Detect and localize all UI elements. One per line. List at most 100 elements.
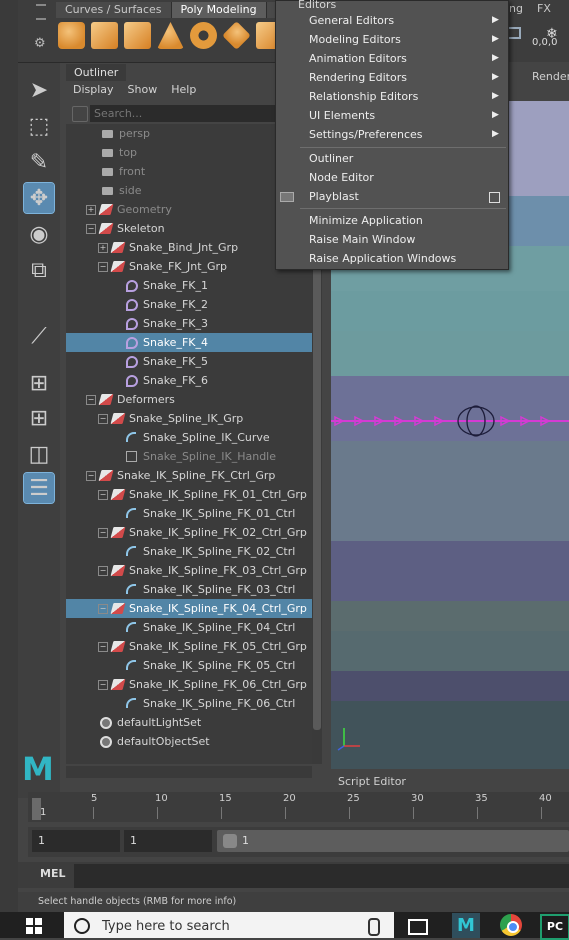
paint-select-icon[interactable]: ✎	[24, 147, 54, 177]
task-view-icon[interactable]	[408, 919, 428, 935]
outliner-row[interactable]: − Snake_IK_Spline_FK_02_Ctrl_Grp	[66, 523, 312, 542]
poly-cube-icon[interactable]	[91, 22, 118, 49]
outliner-row[interactable]: Snake_IK_Spline_FK_02_Ctrl	[66, 542, 312, 561]
range-slider[interactable]	[217, 830, 569, 852]
scale-tool-icon[interactable]: ⧉	[24, 255, 54, 285]
range-slider-handle[interactable]	[223, 834, 237, 848]
joint-tool-icon[interactable]: ⟋	[24, 321, 54, 351]
rotate-tool-icon[interactable]: ◉	[24, 219, 54, 249]
script-editor-label[interactable]: Script Editor	[338, 775, 406, 788]
outliner-row[interactable]: − Snake_IK_Spline_FK_03_Ctrl_Grp	[66, 561, 312, 580]
outliner-row[interactable]: Snake_Spline_IK_Handle	[66, 447, 312, 466]
expand-toggle-icon[interactable]: −	[86, 224, 96, 234]
lasso-tool-icon[interactable]: ⬚	[24, 111, 54, 141]
poly-sphere-icon[interactable]	[58, 22, 85, 49]
poly-cylinder-icon[interactable]	[124, 22, 151, 49]
gear-icon[interactable]: ⚙	[34, 36, 48, 51]
outliner-horizontal-scrollbar[interactable]	[66, 766, 312, 778]
animation-start-field[interactable]: 1	[32, 830, 120, 852]
mel-toggle[interactable]: MEL	[40, 867, 65, 880]
windows-start-icon[interactable]	[26, 918, 42, 934]
outliner-row[interactable]: Snake_FK_1	[66, 276, 312, 295]
shelf-tab-fx[interactable]: FX	[537, 2, 551, 15]
submenu-arrow-icon: ▶	[492, 110, 499, 120]
outliner-row[interactable]: Snake_IK_Spline_FK_05_Ctrl	[66, 656, 312, 675]
outliner-row[interactable]: − Snake_IK_Spline_FK_04_Ctrl_Grp	[66, 599, 312, 618]
editors-item-playblast[interactable]: Playblast	[309, 187, 359, 206]
outliner-row[interactable]: Snake_Spline_IK_Curve	[66, 428, 312, 447]
playblast-options-box[interactable]	[489, 192, 500, 203]
expand-toggle-icon[interactable]: −	[98, 414, 108, 424]
outliner-title[interactable]: Outliner	[66, 64, 127, 81]
pycharm-taskbar-icon[interactable]: PC	[540, 914, 569, 940]
expand-toggle-icon[interactable]: −	[98, 566, 108, 576]
editors-menu-title[interactable]: Editors	[298, 0, 336, 11]
editors-submenu-3[interactable]: Rendering Editors	[309, 68, 407, 87]
menu-help[interactable]: Help	[164, 81, 203, 99]
maya-taskbar-icon[interactable]: M	[452, 913, 480, 938]
four-pane-layout-icon[interactable]: ⊞	[24, 403, 54, 433]
shelf-tab-poly-modeling[interactable]: Poly Modeling	[171, 2, 267, 18]
editors-submenu-1[interactable]: Modeling Editors	[309, 30, 401, 49]
expand-toggle-icon[interactable]: −	[86, 395, 96, 405]
select-tool-icon[interactable]: ➤	[24, 75, 54, 105]
expand-toggle-icon[interactable]: +	[98, 243, 108, 253]
poly-torus-icon[interactable]	[190, 22, 217, 49]
editors-item-raise-application-windows[interactable]: Raise Application Windows	[309, 249, 456, 268]
outliner-row[interactable]: − Snake_IK_Spline_FK_05_Ctrl_Grp	[66, 637, 312, 656]
editors-submenu-4[interactable]: Relationship Editors	[309, 87, 418, 106]
playback-start-field[interactable]: 1	[124, 830, 212, 852]
outliner-row-label: Snake_IK_Spline_FK_04_Ctrl	[143, 621, 296, 634]
outliner-row[interactable]: Snake_IK_Spline_FK_06_Ctrl	[66, 694, 312, 713]
poly-plane-icon[interactable]	[222, 21, 251, 50]
search-options-icon[interactable]	[72, 106, 88, 122]
move-tool-icon[interactable]: ✥	[23, 182, 55, 214]
expand-toggle-icon[interactable]: −	[98, 680, 108, 690]
outliner-row[interactable]: Snake_IK_Spline_FK_03_Ctrl	[66, 580, 312, 599]
editors-submenu-5[interactable]: UI Elements	[309, 106, 375, 125]
outliner-row[interactable]: Snake_FK_5	[66, 352, 312, 371]
outliner-row[interactable]: − Deformers	[66, 390, 312, 409]
outliner-row[interactable]: Snake_FK_3	[66, 314, 312, 333]
editors-item-node-editor[interactable]: Node Editor	[309, 168, 374, 187]
editors-item-outliner[interactable]: Outliner	[309, 149, 353, 168]
single-pane-layout-icon[interactable]: ⊞	[24, 368, 54, 398]
expand-toggle-icon[interactable]: −	[98, 262, 108, 272]
expand-toggle-icon[interactable]: −	[98, 528, 108, 538]
outliner-row[interactable]: Snake_IK_Spline_FK_01_Ctrl	[66, 504, 312, 523]
menu-show[interactable]: Show	[121, 81, 165, 99]
microphone-icon[interactable]	[368, 918, 380, 936]
editors-submenu-6[interactable]: Settings/Preferences	[309, 125, 423, 144]
two-pane-layout-icon[interactable]: ◫	[24, 439, 54, 469]
outliner-layout-icon[interactable]: ☰	[23, 472, 55, 504]
shelf-handle[interactable]	[36, 4, 46, 20]
outliner-row[interactable]: Snake_FK_6	[66, 371, 312, 390]
expand-toggle-icon[interactable]: −	[98, 642, 108, 652]
poly-cone-icon[interactable]	[157, 22, 184, 49]
outliner-row[interactable]: − Snake_IK_Spline_FK_Ctrl_Grp	[66, 466, 312, 485]
shelf-tab-curves[interactable]: Curves / Surfaces	[56, 2, 172, 18]
time-slider[interactable]	[28, 792, 569, 822]
outliner-row[interactable]: − Snake_IK_Spline_FK_06_Ctrl_Grp	[66, 675, 312, 694]
time-tick-label: 35	[475, 793, 488, 804]
editors-submenu-2[interactable]: Animation Editors	[309, 49, 407, 68]
outliner-row[interactable]: − Snake_IK_Spline_FK_01_Ctrl_Grp	[66, 485, 312, 504]
editors-item-minimize-application[interactable]: Minimize Application	[309, 211, 423, 230]
outliner-row[interactable]: Snake_FK_2	[66, 295, 312, 314]
viewport-menu-renderer[interactable]: Rendere	[532, 70, 569, 83]
editors-submenu-0[interactable]: General Editors	[309, 11, 394, 30]
outliner-row[interactable]: Snake_IK_Spline_FK_04_Ctrl	[66, 618, 312, 637]
mel-command-input[interactable]	[74, 864, 569, 888]
editors-item-raise-main-window[interactable]: Raise Main Window	[309, 230, 415, 249]
menu-display[interactable]: Display	[66, 81, 121, 99]
outliner-row[interactable]: defaultLightSet	[66, 713, 312, 732]
expand-toggle-icon[interactable]: −	[98, 490, 108, 500]
expand-toggle-icon[interactable]: +	[86, 205, 96, 215]
outliner-row[interactable]: Snake_FK_4	[66, 333, 312, 352]
outliner-row[interactable]: defaultObjectSet	[66, 732, 312, 751]
expand-toggle-icon[interactable]: −	[86, 471, 96, 481]
outliner-search-input[interactable]	[90, 105, 288, 122]
expand-toggle-icon[interactable]: −	[98, 604, 108, 614]
outliner-row[interactable]: − Snake_Spline_IK_Grp	[66, 409, 312, 428]
outliner-row-label: side	[119, 184, 142, 197]
